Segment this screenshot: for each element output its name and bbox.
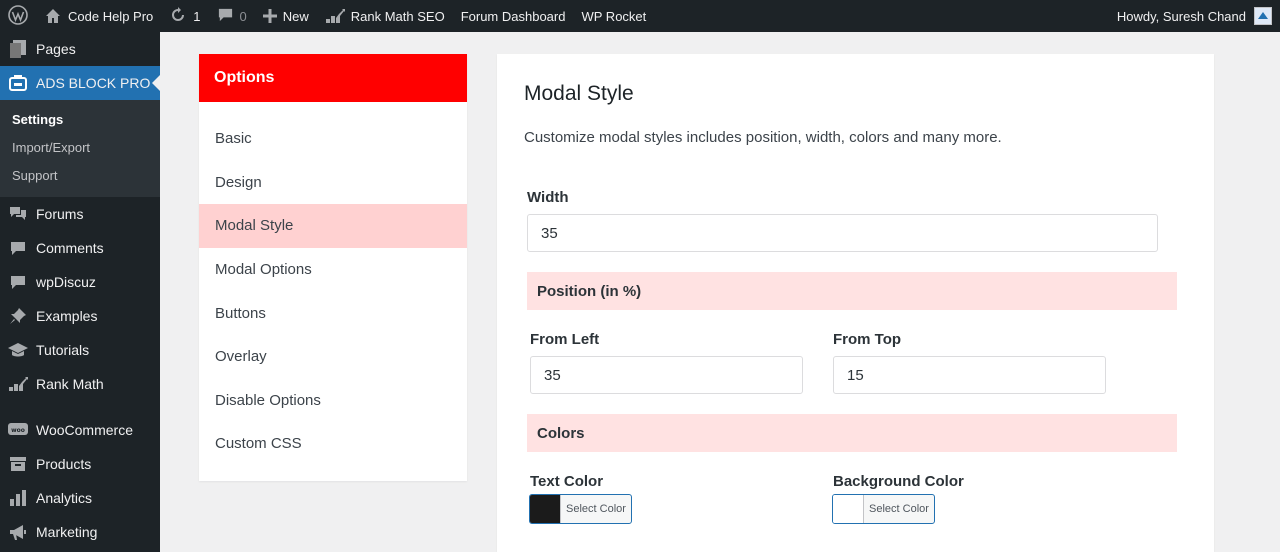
sidebar-item-marketing[interactable]: Marketing — [0, 515, 160, 549]
plus-icon — [262, 9, 277, 23]
rank-math-icon — [8, 374, 28, 394]
from-left-label: From Left — [530, 331, 600, 348]
sidebar-item-label: Comments — [36, 240, 104, 256]
wpdiscuz-icon — [8, 272, 28, 292]
sidebar-item-label: ADS BLOCK PRO — [36, 75, 151, 91]
menu-separator — [0, 401, 160, 413]
sidebar-item-woocommerce[interactable]: woo WooCommerce — [0, 413, 160, 447]
megaphone-icon — [8, 522, 28, 542]
option-modal-options[interactable]: Modal Options — [199, 248, 467, 292]
select-color-label: Select Color — [566, 503, 626, 515]
new-content-link[interactable]: New — [255, 0, 317, 32]
submenu-settings[interactable]: Settings — [0, 106, 160, 134]
sidebar-item-examples[interactable]: Examples — [0, 299, 160, 333]
submenu-import-export[interactable]: Import/Export — [0, 134, 160, 162]
option-modal-style[interactable]: Modal Style — [199, 204, 467, 248]
text-color-swatch — [530, 495, 561, 523]
woocommerce-icon: woo — [8, 420, 28, 440]
sidebar-item-comments[interactable]: Comments — [0, 231, 160, 265]
background-color-swatch — [833, 495, 864, 523]
sidebar-item-analytics[interactable]: Analytics — [0, 481, 160, 515]
sidebar-item-label: Marketing — [36, 524, 98, 540]
sidebar-item-wpdiscuz[interactable]: wpDiscuz — [0, 265, 160, 299]
sidebar-item-label: Forums — [36, 206, 84, 222]
option-design[interactable]: Design — [199, 161, 467, 205]
admin-bar: Code Help Pro 1 0 New Rank Math SEO Foru… — [0, 0, 1280, 32]
sidebar-item-label: WooCommerce — [36, 422, 133, 438]
home-icon — [44, 7, 62, 25]
sidebar-item-tutorials[interactable]: Tutorials — [0, 333, 160, 367]
page-description: Customize modal styles includes position… — [524, 129, 1002, 146]
background-color-label: Background Color — [833, 473, 964, 490]
pages-icon — [8, 39, 28, 59]
sidebar-item-rank-math[interactable]: Rank Math — [0, 367, 160, 401]
new-label: New — [282, 8, 309, 24]
sidebar-item-products[interactable]: Products — [0, 447, 160, 481]
rank-math-label: Rank Math SEO — [350, 8, 445, 24]
rank-math-link[interactable]: Rank Math SEO — [317, 0, 453, 32]
graduation-cap-icon — [8, 340, 28, 360]
width-input[interactable]: 35 — [527, 214, 1158, 252]
updates-link[interactable]: 1 — [161, 0, 208, 32]
site-name-label: Code Help Pro — [68, 8, 154, 24]
option-custom-css[interactable]: Custom CSS — [199, 422, 467, 466]
select-color-label: Select Color — [869, 503, 929, 515]
archive-icon — [8, 454, 28, 474]
option-buttons[interactable]: Buttons — [199, 291, 467, 335]
sidebar-item-label: Examples — [36, 308, 98, 324]
options-header: Options — [199, 54, 467, 102]
sidebar-item-pages[interactable]: Pages — [0, 32, 160, 66]
forums-icon — [8, 204, 28, 224]
background-color-picker[interactable]: Select Color — [832, 494, 935, 524]
comments-icon — [8, 238, 28, 258]
sidebar-item-label: Products — [36, 456, 92, 472]
from-top-input[interactable]: 15 — [833, 356, 1106, 394]
pin-icon — [8, 306, 28, 326]
admin-sidebar: Pages ADS BLOCK PRO Settings Import/Expo… — [0, 32, 161, 552]
submenu-support[interactable]: Support — [0, 162, 160, 190]
wp-rocket-link[interactable]: WP Rocket — [573, 0, 654, 32]
howdy-label: Howdy, Suresh Chand — [1116, 8, 1246, 24]
comments-link[interactable]: 0 — [209, 0, 255, 32]
sidebar-item-label: Pages — [36, 41, 76, 57]
sidebar-item-ads-block-pro[interactable]: ADS BLOCK PRO — [0, 66, 161, 100]
ads-block-icon — [8, 73, 28, 93]
ads-block-submenu: Settings Import/Export Support — [0, 100, 160, 197]
option-disable-options[interactable]: Disable Options — [199, 379, 467, 423]
avatar — [1254, 7, 1272, 25]
svg-text:woo: woo — [11, 427, 25, 434]
options-list: Basic Design Modal Style Modal Options B… — [199, 102, 467, 466]
updates-count: 1 — [193, 8, 201, 24]
from-top-label: From Top — [833, 331, 902, 348]
modal-style-card: Modal Style Customize modal styles inclu… — [497, 54, 1214, 552]
site-name-link[interactable]: Code Help Pro — [36, 0, 161, 32]
colors-section-header: Colors — [527, 414, 1177, 452]
comments-count: 0 — [239, 8, 247, 24]
text-color-picker[interactable]: Select Color — [529, 494, 632, 524]
sidebar-item-label: Tutorials — [36, 342, 90, 358]
sidebar-item-label: wpDiscuz — [36, 274, 96, 290]
text-color-label: Text Color — [530, 473, 604, 490]
wordpress-icon — [8, 4, 28, 28]
rank-math-icon — [325, 8, 345, 24]
forum-dashboard-link[interactable]: Forum Dashboard — [453, 0, 574, 32]
comment-icon — [217, 6, 234, 26]
position-section-header: Position (in %) — [527, 272, 1177, 310]
options-panel: Options Basic Design Modal Style Modal O… — [199, 54, 467, 481]
option-basic[interactable]: Basic — [199, 117, 467, 161]
sidebar-item-label: Analytics — [36, 490, 93, 506]
sidebar-item-forums[interactable]: Forums — [0, 197, 160, 231]
my-account-link[interactable]: Howdy, Suresh Chand — [1109, 0, 1280, 32]
sidebar-item-label: Rank Math — [36, 376, 104, 392]
updates-icon — [169, 6, 187, 27]
bar-chart-icon — [8, 488, 28, 508]
page-title: Modal Style — [524, 82, 634, 105]
width-label: Width — [527, 189, 569, 206]
wordpress-logo-button[interactable] — [0, 0, 36, 32]
option-overlay[interactable]: Overlay — [199, 335, 467, 379]
from-left-input[interactable]: 35 — [530, 356, 803, 394]
